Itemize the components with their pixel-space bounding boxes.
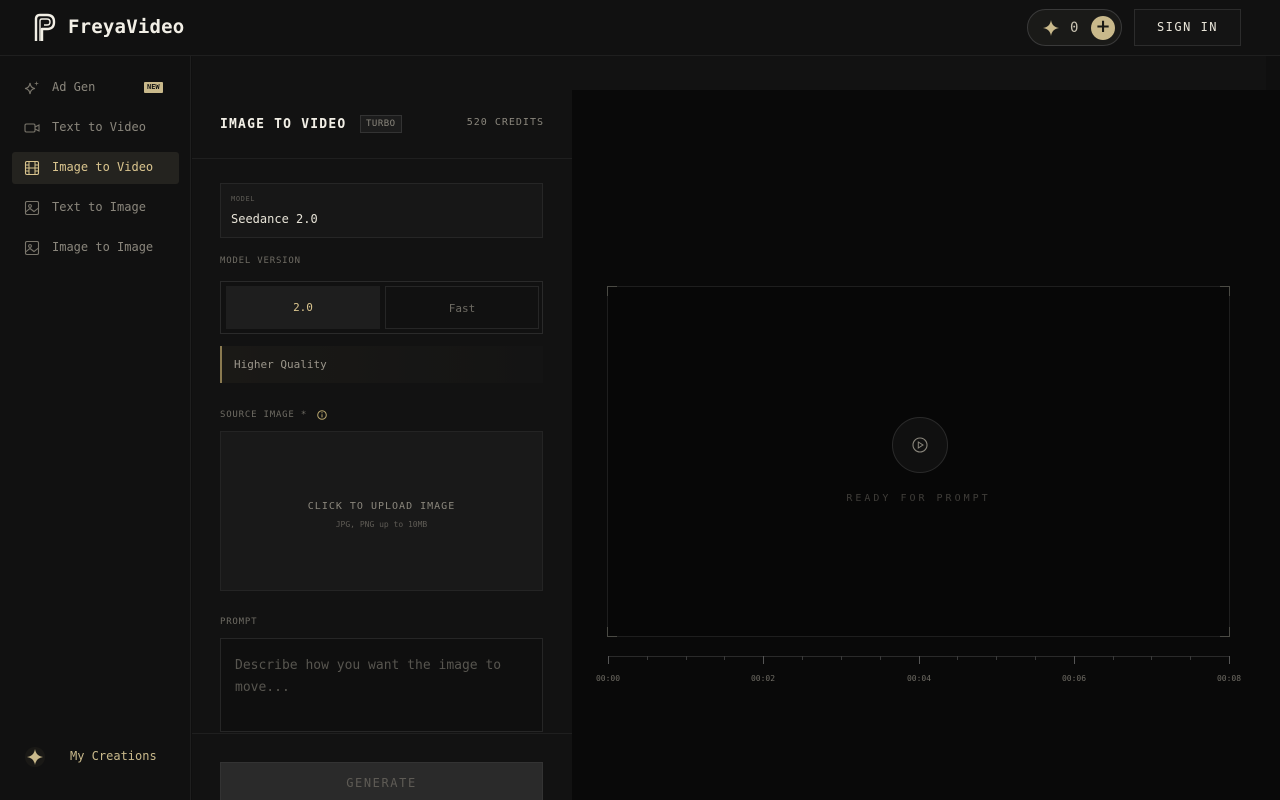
sidebar-item-text-to-image[interactable]: Text to Image [12,192,179,224]
sign-in-button[interactable]: SIGN IN [1134,9,1241,46]
new-badge: NEW [144,82,163,93]
video-preview-area: READY FOR PROMPT 00:00 00:02 00:04 00:06 00:… [572,90,1280,800]
film-icon [24,160,40,176]
version-description-text: Higher Quality [234,358,327,371]
timeline-label: 00:02 [750,674,776,683]
timeline-major-tick [608,656,609,664]
timeline-minor-tick [957,656,958,660]
panel-footer: GENERATE [192,733,572,800]
play-button[interactable] [892,417,948,473]
credits-count: 0 [1070,20,1079,36]
prompt-label: PROMPT [220,617,258,627]
sparkles-icon [24,81,39,95]
play-icon [912,437,928,453]
timeline-minor-tick [996,656,997,660]
upload-hint: JPG, PNG up to 10MB [335,520,428,529]
generate-button[interactable]: GENERATE [220,762,543,800]
video-camera-icon [24,123,40,133]
version-description: Higher Quality [220,346,543,383]
sidebar-item-label: Ad Gen [52,80,96,94]
timeline-minor-tick [802,656,803,660]
model-select[interactable]: MODEL Seedance 2.0 [220,183,543,238]
image-upload-dropzone[interactable]: CLICK TO UPLOAD IMAGE JPG, PNG up to 10M… [220,431,543,591]
image-icon [24,240,40,256]
panel-header: IMAGE TO VIDEO TURBO 520 CREDITS [192,90,572,159]
model-version-toggle: 2.0 Fast [220,281,543,334]
timeline[interactable]: 00:00 00:02 00:04 00:06 00:08 [596,656,1241,696]
sidebar-item-label: Image to Image [52,240,154,254]
sidebar-item-image-to-video[interactable]: Image to Video [12,152,179,184]
my-creations-label: My Creations [70,749,157,763]
timeline-minor-tick [1035,656,1036,660]
sidebar-item-label: Image to Video [52,160,154,174]
timeline-minor-tick [686,656,687,660]
sidebar-item-text-to-video[interactable]: Text to Video [12,112,179,144]
timeline-major-tick [1074,656,1075,664]
credits-remaining: 520 CREDITS [466,117,544,128]
prompt-placeholder: Describe how you want the image to move.… [235,658,502,695]
frame-corner [607,627,617,637]
my-creations-link[interactable]: My Creations [24,744,184,768]
preview-status: READY FOR PROMPT [846,493,991,504]
sparkle-icon [25,747,45,767]
timeline-minor-tick [1190,656,1191,660]
version-option-2-0[interactable]: 2.0 [226,286,380,329]
prompt-textarea[interactable]: Describe how you want the image to move.… [220,638,543,732]
timeline-label: 00:06 [1061,674,1087,683]
info-icon[interactable] [317,410,327,420]
panel-top-strip [192,56,572,90]
timeline-major-tick [1229,656,1230,664]
model-value: Seedance 2.0 [231,212,318,226]
timeline-label: 00:04 [906,674,932,683]
sidebar-item-label: Text to Image [52,200,146,214]
source-image-label: SOURCE IMAGE * [220,410,308,420]
model-label: MODEL [231,195,256,203]
frame-corner [1220,627,1230,637]
timeline-minor-tick [647,656,648,660]
model-version-label: MODEL VERSION [220,256,301,266]
timeline-major-tick [919,656,920,664]
version-option-fast[interactable]: Fast [385,286,539,329]
timeline-minor-tick [1151,656,1152,660]
freya-logo-icon[interactable] [32,13,58,43]
panel-title: IMAGE TO VIDEO [220,117,347,132]
timeline-minor-tick [880,656,881,660]
video-frame: READY FOR PROMPT [607,286,1230,637]
preview-top-strip [572,56,1266,90]
timeline-label: 00:08 [1216,674,1242,683]
timeline-label: 00:00 [595,674,621,683]
credits-pill[interactable]: 0 + [1027,9,1122,46]
timeline-minor-tick [841,656,842,660]
sparkle-icon [1043,20,1059,36]
brand-name[interactable]: FreyaVideo [68,16,184,38]
image-icon [24,200,40,216]
frame-corner [1220,286,1230,296]
timeline-major-tick [763,656,764,664]
sidebar-item-image-to-image[interactable]: Image to Image [12,232,179,264]
sidebar-item-ad-gen[interactable]: Ad Gen NEW [12,72,179,104]
sidebar-item-label: Text to Video [52,120,146,134]
sidebar: Ad Gen NEW Text to Video Image to Video … [0,56,191,800]
turbo-badge: TURBO [360,115,402,133]
add-credits-button[interactable]: + [1091,16,1115,40]
timeline-minor-tick [724,656,725,660]
timeline-minor-tick [1113,656,1114,660]
top-bar: FreyaVideo 0 + SIGN IN [0,0,1280,56]
frame-corner [607,286,617,296]
upload-title: CLICK TO UPLOAD IMAGE [307,501,456,512]
generation-panel: IMAGE TO VIDEO TURBO 520 CREDITS MODEL S… [192,56,572,800]
